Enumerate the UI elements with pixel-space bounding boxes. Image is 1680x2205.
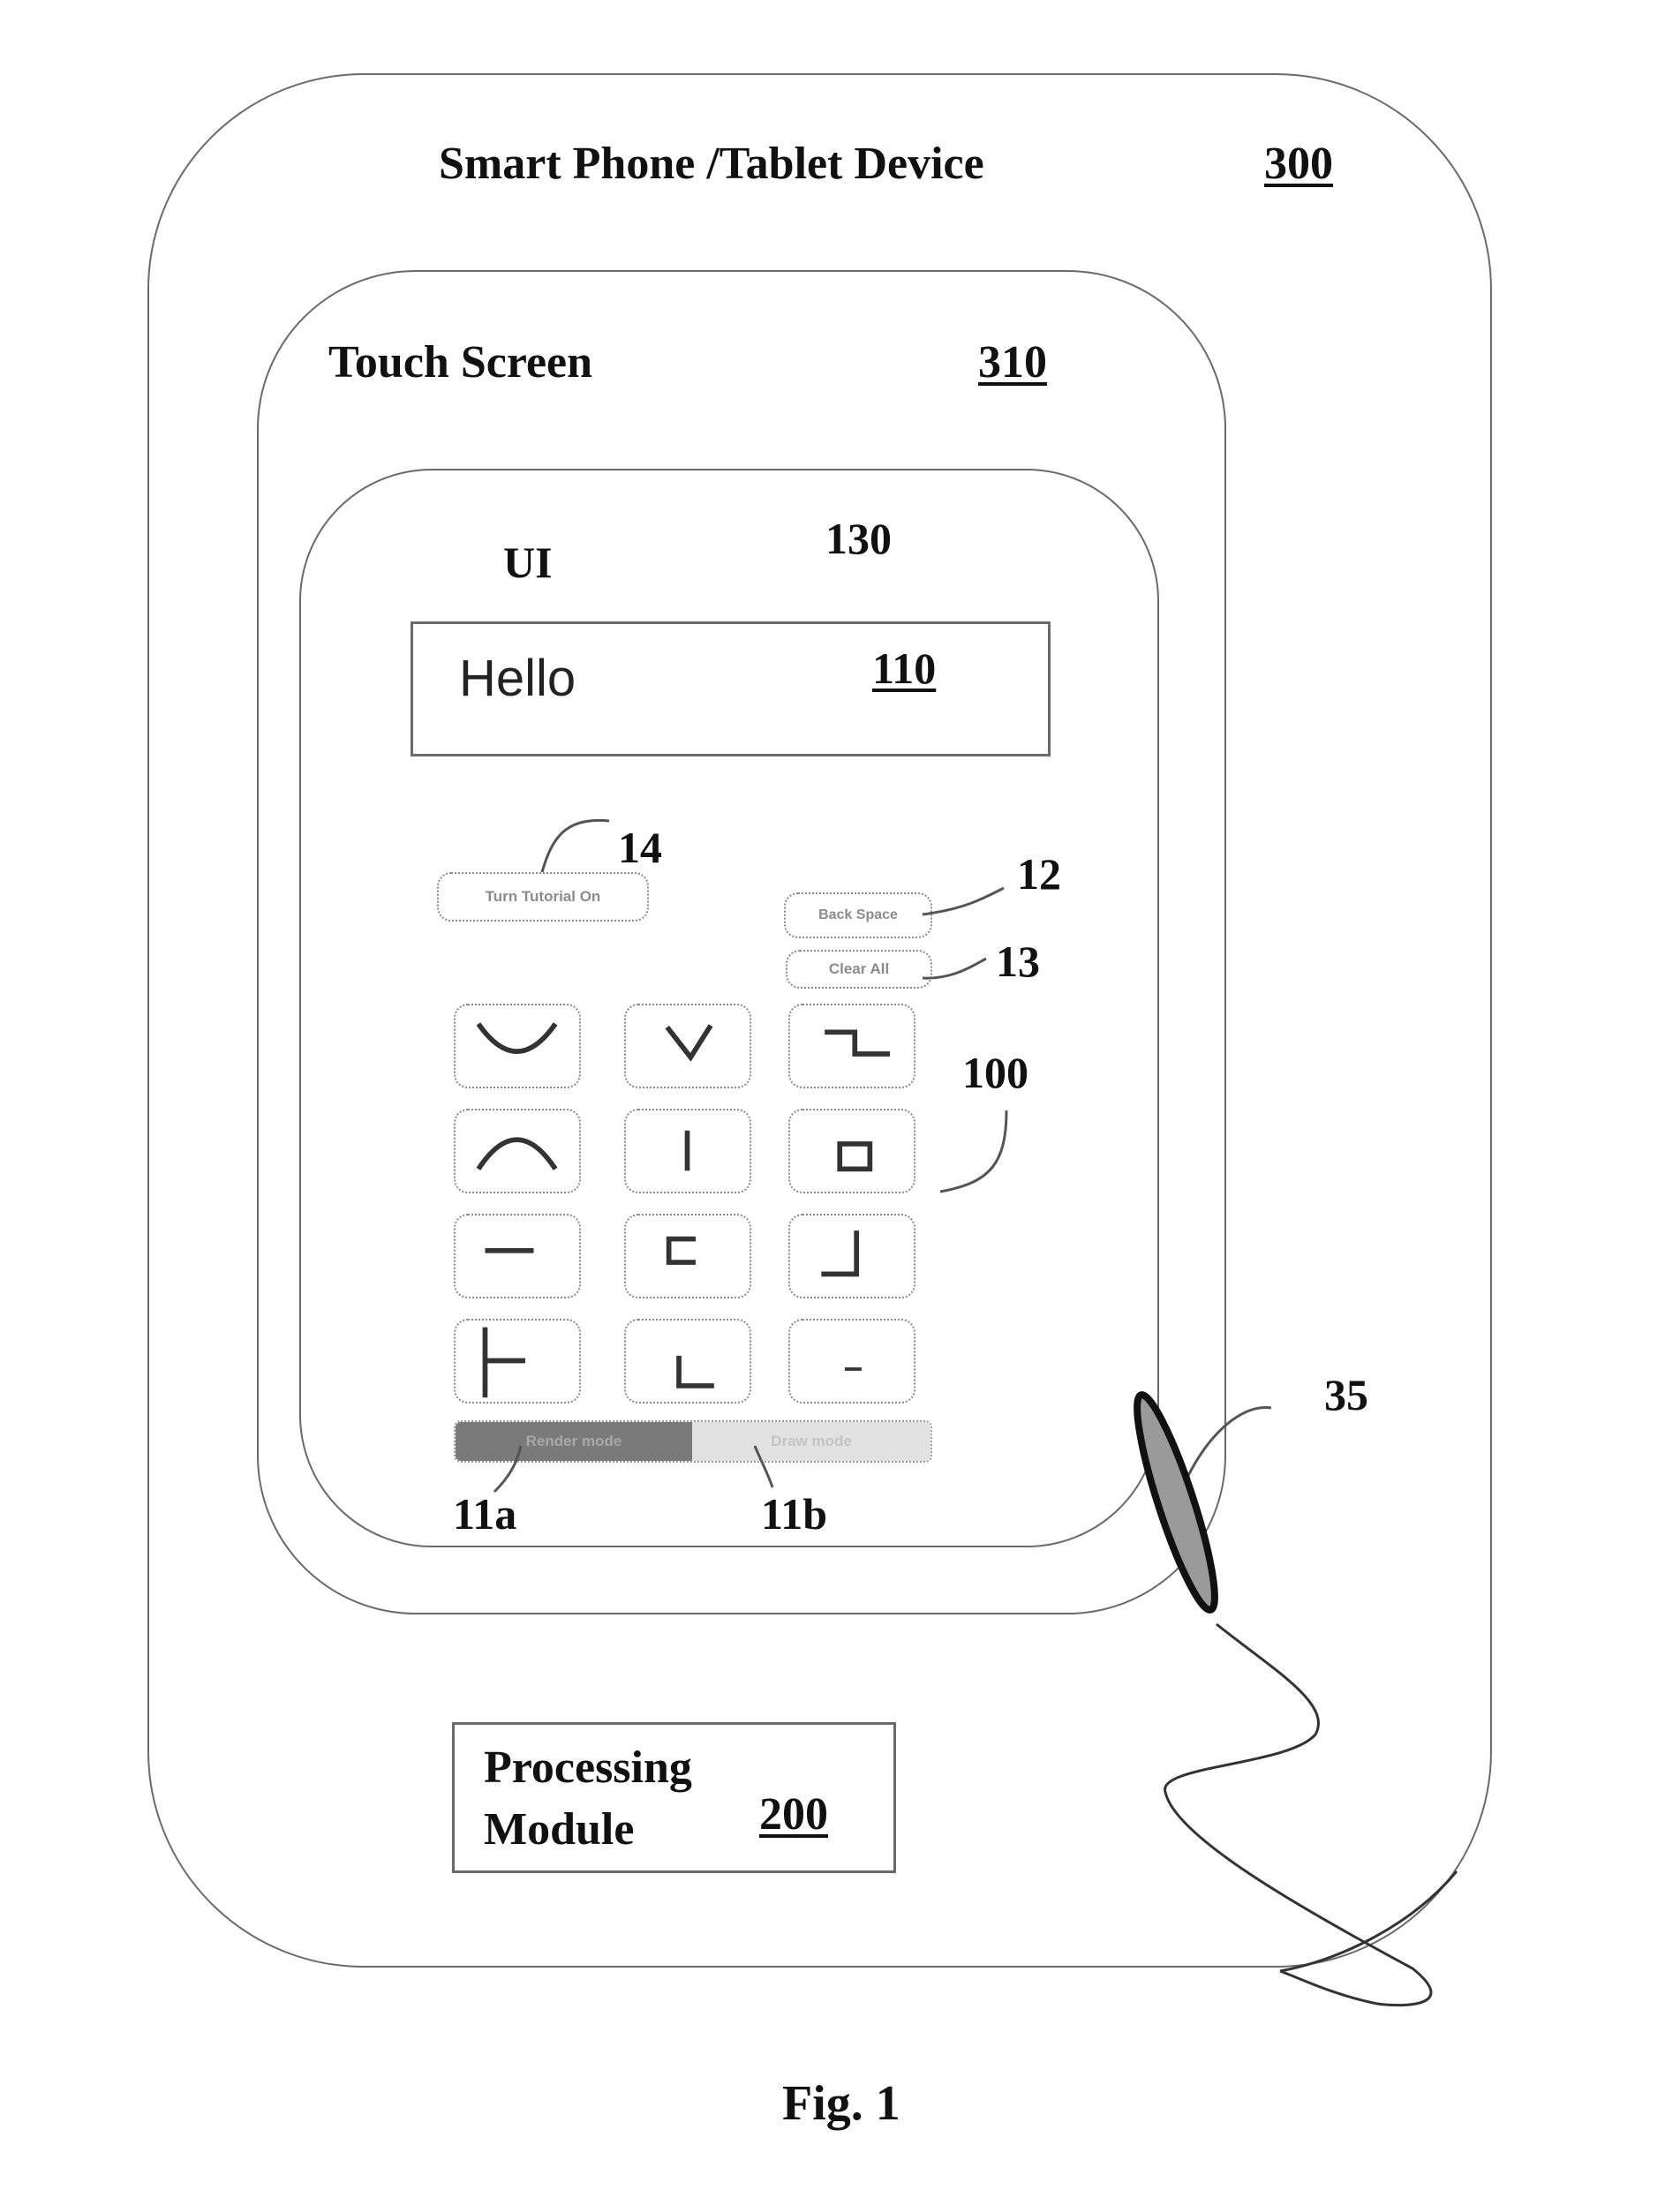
draw-mode-leader-line — [753, 1445, 774, 1488]
stylus-leader-line — [1183, 1405, 1272, 1484]
stylus-cord — [1164, 1622, 1458, 2007]
gesture-grid-leader-line — [939, 1110, 1008, 1193]
stylus-icon — [1134, 1391, 1218, 1614]
backspace-leader-line — [922, 886, 1005, 916]
clear-all-leader-line — [922, 957, 987, 980]
annotation-overlay — [493, 818, 1458, 2007]
render-mode-leader-line — [493, 1445, 523, 1494]
tutorial-leader-line — [540, 818, 610, 873]
